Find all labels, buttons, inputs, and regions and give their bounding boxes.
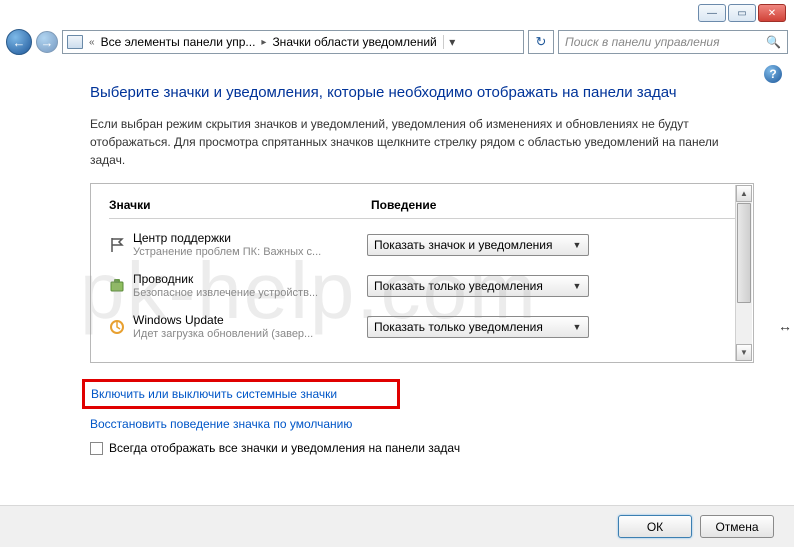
behavior-dropdown[interactable]: Показать только уведомления ▼	[367, 316, 589, 338]
page-title: Выберите значки и уведомления, которые н…	[90, 82, 754, 103]
page-description: Если выбран режим скрытия значков и увед…	[90, 115, 754, 169]
links-section: Включить или выключить системные значки …	[90, 379, 754, 455]
chevron-down-icon: ▼	[568, 237, 586, 253]
main-content: Выберите значки и уведомления, которые н…	[90, 82, 754, 455]
row-subtitle: Устранение проблем ПК: Важных с...	[133, 246, 343, 258]
always-show-checkbox-row: Всегда отображать все значки и уведомлен…	[90, 441, 754, 455]
scrollbar[interactable]: ▲ ▼	[735, 185, 752, 361]
breadcrumb-segment[interactable]: Все элементы панели упр...	[101, 35, 256, 49]
search-input[interactable]: Поиск в панели управления 🔍	[558, 30, 788, 54]
row-name: Проводник	[133, 272, 367, 286]
side-arrow-icon: ↔	[778, 318, 792, 334]
explorer-icon	[109, 278, 133, 294]
chevron-down-icon: ▼	[568, 319, 586, 335]
windows-update-icon	[109, 319, 133, 335]
search-icon[interactable]: 🔍	[766, 35, 781, 49]
dropdown-value: Показать только уведомления	[374, 279, 543, 293]
row-subtitle: Идет загрузка обновлений (завер...	[133, 328, 343, 340]
nav-back-button[interactable]: ←	[6, 29, 32, 55]
breadcrumb-dropdown[interactable]: ▾	[443, 35, 461, 49]
nav-forward-button[interactable]: →	[36, 31, 58, 53]
search-placeholder: Поиск в панели управления	[565, 35, 720, 49]
column-header-behavior: Поведение	[371, 198, 735, 212]
cancel-button[interactable]: Отмена	[700, 515, 774, 538]
button-bar: ОК Отмена	[0, 505, 794, 547]
behavior-dropdown[interactable]: Показать значок и уведомления ▼	[367, 234, 589, 256]
dropdown-value: Показать только уведомления	[374, 320, 543, 334]
row-subtitle: Безопасное извлечение устройств...	[133, 287, 343, 299]
window-controls: — ▭ ✕	[698, 4, 786, 22]
restore-defaults-link[interactable]: Восстановить поведение значка по умолчан…	[90, 417, 754, 431]
control-panel-icon	[67, 35, 83, 49]
highlighted-link-box: Включить или выключить системные значки	[82, 379, 400, 409]
breadcrumb[interactable]: « Все элементы панели упр... ▸ Значки об…	[62, 30, 524, 54]
scroll-thumb[interactable]	[737, 203, 751, 303]
icons-table: Значки Поведение Центр поддержки Устране…	[90, 183, 754, 363]
table-row: Проводник Безопасное извлечение устройст…	[109, 272, 735, 299]
row-name: Windows Update	[133, 313, 367, 327]
toggle-system-icons-link[interactable]: Включить или выключить системные значки	[91, 387, 337, 401]
scroll-down-button[interactable]: ▼	[736, 344, 752, 361]
minimize-button[interactable]: —	[698, 4, 726, 22]
address-bar: ← → « Все элементы панели упр... ▸ Значк…	[6, 28, 788, 56]
ok-button[interactable]: ОК	[618, 515, 692, 538]
breadcrumb-segment[interactable]: Значки области уведомлений	[272, 35, 436, 49]
help-icon[interactable]: ?	[764, 65, 782, 83]
always-show-checkbox[interactable]	[90, 442, 103, 455]
table-row: Windows Update Идет загрузка обновлений …	[109, 313, 735, 340]
chevron-icon: «	[89, 37, 95, 48]
row-name: Центр поддержки	[133, 231, 367, 245]
maximize-button[interactable]: ▭	[728, 4, 756, 22]
refresh-button[interactable]: ↻	[528, 30, 554, 54]
scroll-up-button[interactable]: ▲	[736, 185, 752, 202]
table-row: Центр поддержки Устранение проблем ПК: В…	[109, 231, 735, 258]
table-header: Значки Поведение	[109, 198, 735, 219]
column-header-icons: Значки	[109, 198, 371, 212]
chevron-down-icon: ▼	[568, 278, 586, 294]
behavior-dropdown[interactable]: Показать только уведомления ▼	[367, 275, 589, 297]
action-center-icon	[109, 237, 133, 253]
close-button[interactable]: ✕	[758, 4, 786, 22]
chevron-right-icon: ▸	[261, 37, 266, 48]
checkbox-label: Всегда отображать все значки и уведомлен…	[109, 441, 460, 455]
dropdown-value: Показать значок и уведомления	[374, 238, 553, 252]
